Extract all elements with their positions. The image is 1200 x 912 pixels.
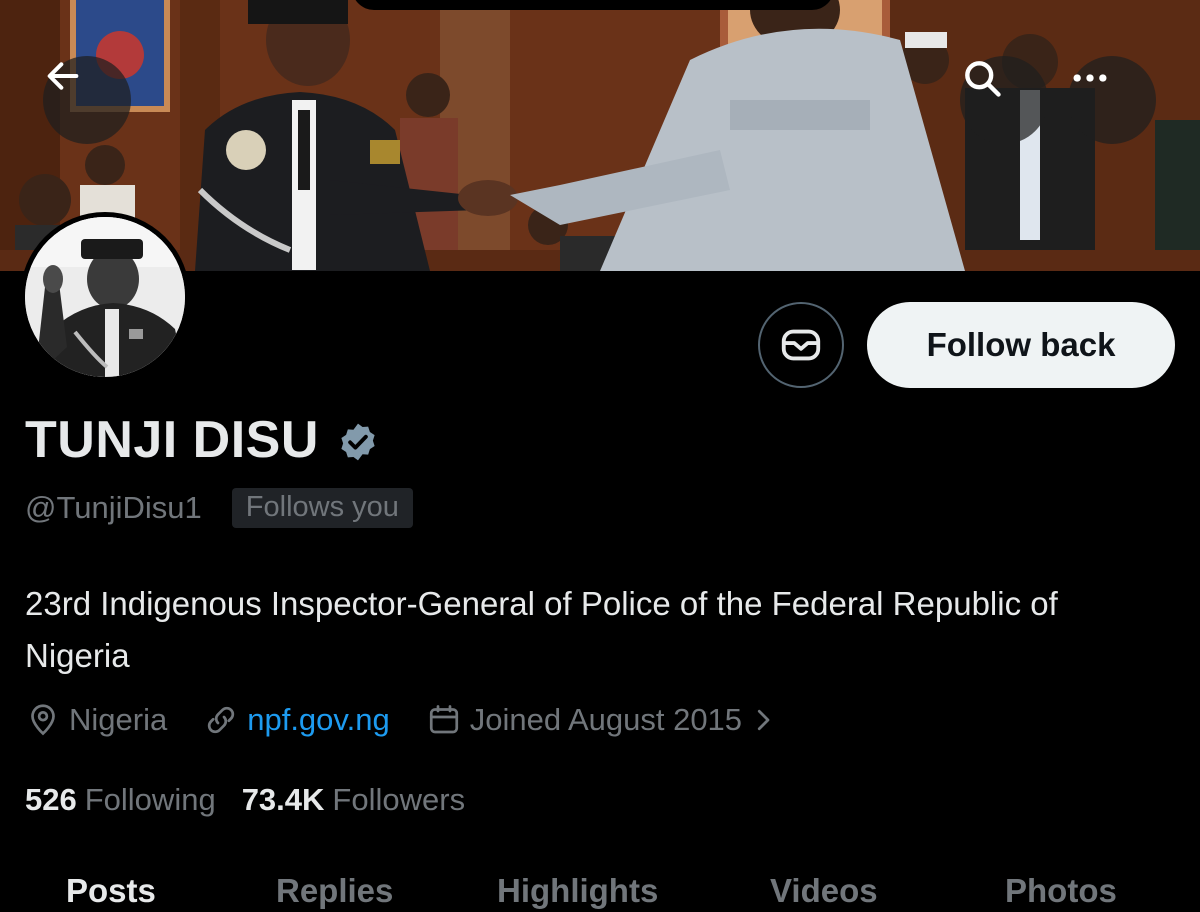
profile-meta: Nigeria npf.gov.ng Joined August 2015 (25, 702, 814, 738)
arrow-left-icon (47, 62, 79, 90)
profile-name-row: TUNJI DISU (25, 410, 379, 470)
profile-tabs: Posts Replies Highlights Videos Photos (0, 872, 1200, 912)
followers-count[interactable]: 73.4K (242, 782, 325, 818)
follow-back-button[interactable]: Follow back (867, 302, 1175, 388)
verified-badge-icon[interactable] (337, 421, 379, 463)
website-link[interactable]: npf.gov.ng (247, 702, 389, 738)
message-button[interactable] (758, 302, 844, 388)
avatar-image (25, 217, 185, 377)
joined-text: Joined August 2015 (469, 702, 743, 737)
profile-bio: 23rd Indigenous Inspector-General of Pol… (25, 585, 1058, 674)
website-item[interactable]: npf.gov.ng (203, 702, 390, 738)
avatar[interactable] (20, 212, 190, 382)
device-notch (352, 0, 834, 10)
link-icon (208, 706, 235, 734)
following-count[interactable]: 526 (25, 782, 77, 818)
joined-item[interactable]: Joined August 2015 (426, 702, 778, 738)
search-icon (965, 61, 1001, 97)
followers-label[interactable]: Followers (332, 782, 465, 818)
follows-you-badge: Follows you (231, 488, 413, 528)
tab-highlights[interactable]: Highlights (497, 872, 658, 910)
search-button[interactable] (960, 56, 1048, 144)
profile-banner[interactable] (0, 0, 1200, 271)
profile-name: TUNJI DISU (25, 411, 319, 469)
follow-stats: 526 Following 73.4K Followers (25, 782, 491, 818)
profile-handle: @TunjiDisu1 (25, 490, 202, 525)
handle-row: @TunjiDisu1 Follows you (25, 488, 413, 528)
location-item: Nigeria (25, 702, 167, 738)
message-icon (781, 329, 821, 361)
more-horizontal-icon (1073, 74, 1107, 82)
tab-posts[interactable]: Posts (66, 872, 156, 910)
tab-photos[interactable]: Photos (1005, 872, 1117, 910)
following-label[interactable]: Following (85, 782, 216, 818)
tab-replies[interactable]: Replies (276, 872, 393, 910)
back-button[interactable] (43, 56, 131, 144)
tab-videos[interactable]: Videos (770, 872, 878, 910)
calendar-icon (429, 705, 458, 734)
chevron-right-icon (757, 709, 770, 731)
more-options-button[interactable] (1068, 56, 1156, 144)
location-pin-icon (31, 704, 55, 736)
location-text: Nigeria (69, 702, 168, 737)
